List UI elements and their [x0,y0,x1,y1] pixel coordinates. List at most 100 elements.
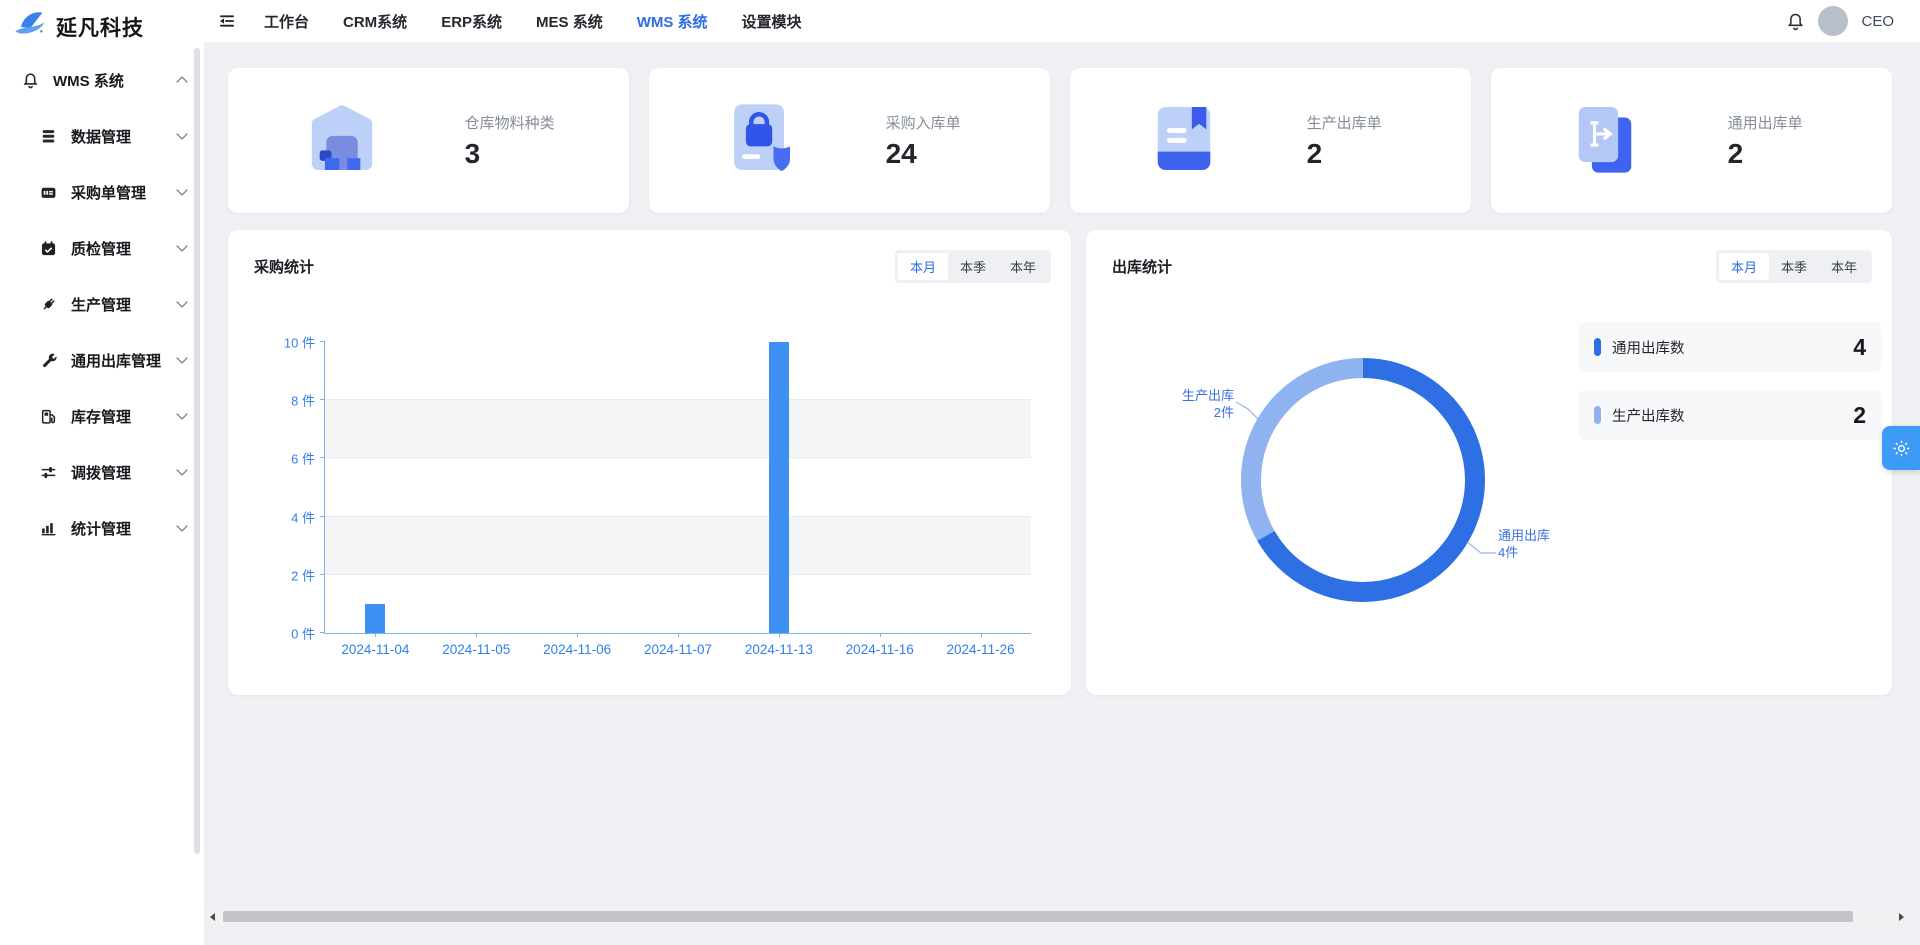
notification-bell-icon[interactable] [1786,12,1805,31]
sidebar-item-general-outbound-mgmt[interactable]: 通用出库管理 [0,332,204,388]
calendar-check-icon [40,240,60,257]
horizontal-scrollbar-thumb[interactable] [223,911,1853,922]
y-axis-tick-label: 0 件 [291,624,315,643]
nav-item-workbench[interactable]: 工作台 [264,11,309,32]
sidebar-item-data-mgmt[interactable]: 数据管理 [0,108,204,164]
plot-band [325,342,1031,400]
sidebar-item-label: 统计管理 [71,518,178,539]
x-axis-tick-mark [981,633,982,637]
x-axis-tick-label: 2024-11-26 [947,642,1015,657]
legend-marker [1594,406,1601,424]
stat-label: 仓库物料种类 [465,112,555,133]
purchase-stats-panel: 采购统计 本月 本季 本年 0 件 2 件 4 件 6 件 8 件 10 件 2024-11… [228,230,1071,695]
y-axis-tick-mark [320,399,325,400]
nav-item-crm[interactable]: CRM系统 [343,11,407,32]
x-axis-tick-label: 2024-11-04 [341,642,409,657]
plot-band [325,400,1031,458]
gridline [325,516,1031,517]
stat-card-production-outbound: 生产出库单 2 [1070,68,1471,213]
chevron-down-icon [176,352,187,363]
nav-item-mes[interactable]: MES 系统 [536,11,603,32]
panel-title: 采购统计 [254,256,314,277]
sidebar-item-purchase-mgmt[interactable]: 采购单管理 [0,164,204,220]
chevron-down-icon [176,520,187,531]
nav-item-settings[interactable]: 设置模块 [742,11,802,32]
scroll-left-arrow[interactable] [204,908,221,925]
tab-this-quarter[interactable]: 本季 [1769,253,1819,280]
donut-label-production: 生产出库 2件 [1116,388,1234,422]
stat-card-material-types: 仓库物料种类 3 [228,68,629,213]
y-axis-tick-mark [320,574,325,575]
gridline [325,399,1031,400]
chevron-down-icon [176,408,187,419]
stat-card-purchase-inbound: 采购入库单 24 [649,68,1050,213]
gridline [325,457,1031,458]
y-axis-tick-label: 4 件 [291,507,315,526]
legend-marker [1594,338,1601,356]
wrench-icon [40,352,60,369]
sidebar-item-wms-root[interactable]: WMS 系统 [0,52,204,108]
sliders-icon [40,464,60,481]
chevron-up-icon [176,76,187,87]
stat-text: 通用出库单 2 [1728,112,1803,170]
user-avatar[interactable] [1818,6,1848,36]
sidebar-item-stats-mgmt[interactable]: 统计管理 [0,500,204,556]
nav-item-wms[interactable]: WMS 系统 [637,11,708,32]
sidebar-vertical-scrollbar-thumb[interactable] [194,48,200,854]
brand-name: 延凡科技 [56,12,144,42]
bar [769,342,789,633]
sidebar-item-transfer-mgmt[interactable]: 调拨管理 [0,444,204,500]
x-axis-tick-mark [779,633,780,637]
menu-fold-icon[interactable] [218,12,236,30]
legend-row-production-outbound: 生产出库数 2 [1578,390,1882,440]
sidebar-item-label: 库存管理 [71,406,178,427]
stat-label: 生产出库单 [1307,112,1382,133]
donut-ring [1208,325,1518,635]
panel-title: 出库统计 [1112,256,1172,277]
badge-icon [40,184,60,201]
tab-this-year[interactable]: 本年 [998,253,1048,280]
brand-logo-icon [13,9,47,44]
user-name: CEO [1861,13,1894,30]
plot-band [325,575,1031,633]
settings-fab[interactable] [1882,426,1920,470]
legend-label: 生产出库数 [1612,405,1685,426]
chevron-down-icon [176,240,187,251]
x-axis-tick-mark [678,633,679,637]
stat-label: 通用出库单 [1728,112,1803,133]
y-axis-tick-label: 2 件 [291,565,315,584]
bar [365,604,385,633]
tab-this-month[interactable]: 本月 [1719,253,1769,280]
scroll-right-arrow[interactable] [1893,908,1910,925]
tab-this-year[interactable]: 本年 [1819,253,1869,280]
y-axis-tick-mark [320,632,325,633]
stats-row: 仓库物料种类 3 采购入库单 24 [228,68,1892,213]
y-axis-tick-label: 8 件 [291,391,315,410]
chevron-down-icon [176,296,187,307]
stat-text: 生产出库单 2 [1307,112,1382,170]
database-icon [40,128,60,145]
period-segmented-control: 本月 本季 本年 [1716,250,1872,283]
bell-icon [22,72,42,89]
sidebar-item-inventory-mgmt[interactable]: 库存管理 [0,388,204,444]
tab-this-month[interactable]: 本月 [898,253,948,280]
sidebar-item-label: 采购单管理 [71,182,178,203]
legend-value: 2 [1853,402,1866,429]
nav-item-erp[interactable]: ERP系统 [441,11,502,32]
y-axis-tick-label: 6 件 [291,449,315,468]
brand: 延凡科技 [0,0,204,44]
stat-card-general-outbound: 通用出库单 2 [1491,68,1892,213]
sidebar-item-qc-mgmt[interactable]: 质检管理 [0,220,204,276]
horizontal-scrollbar-track[interactable] [221,911,1893,922]
chevron-down-icon [176,184,187,195]
y-axis-tick-mark [320,457,325,458]
tab-this-quarter[interactable]: 本季 [948,253,998,280]
stat-value: 3 [465,138,555,170]
production-book-icon [1142,96,1226,185]
legend-label: 通用出库数 [1612,337,1685,358]
stat-text: 采购入库单 24 [886,112,961,170]
sidebar-item-production-mgmt[interactable]: 生产管理 [0,276,204,332]
sidebar-item-label: 通用出库管理 [71,350,178,371]
stat-text: 仓库物料种类 3 [465,112,555,170]
y-axis-tick-label: 10 件 [284,333,315,352]
